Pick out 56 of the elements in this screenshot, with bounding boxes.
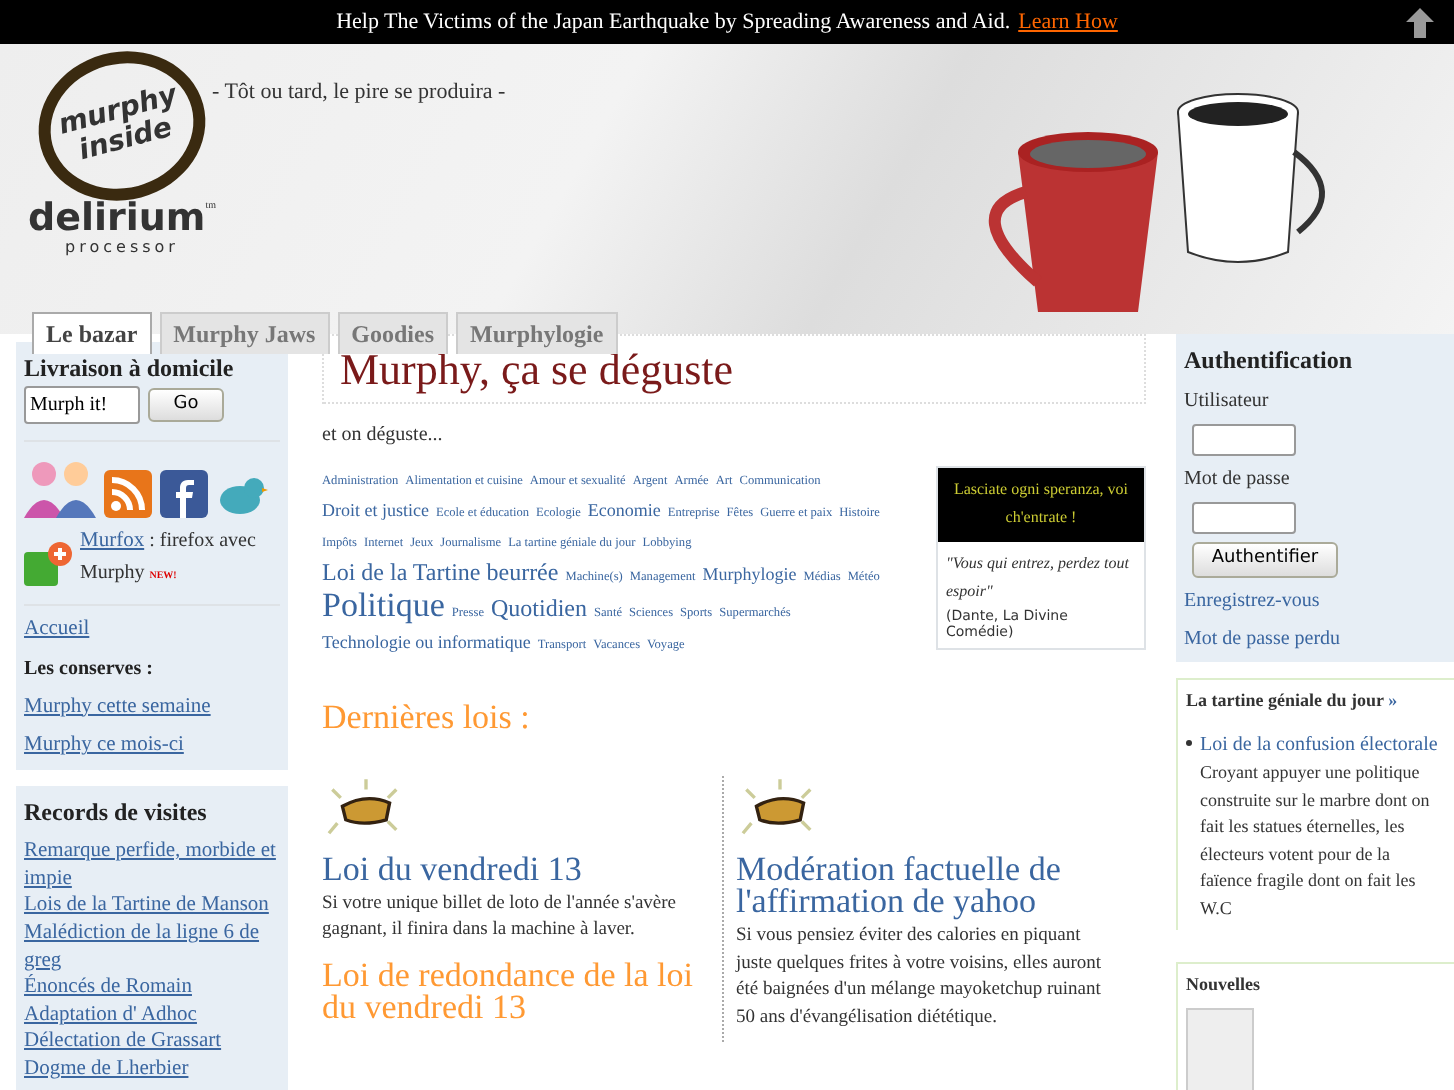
tag-link[interactable]: Loi de la Tartine beurrée [322, 558, 559, 586]
panel-title: Nouvelles [1186, 972, 1262, 998]
article-text: Si vous pensiez éviter des calories en piquant juste quelques frites à votre voisins, elles auront été baignées d'un mélange mayoketchup ruinant 50 ans d'évangélisation diététique. [736, 923, 1104, 1033]
auth-link[interactable]: Mot de passe perdu [1184, 623, 1446, 653]
bullet-icon [1186, 740, 1192, 746]
record-link[interactable]: Énoncés de Romain [24, 974, 280, 1002]
tag-link[interactable]: Technologie ou informatique [322, 632, 531, 652]
nav-tab[interactable]: Goodies [337, 312, 449, 354]
rss-icon[interactable] [104, 470, 152, 518]
daily-link[interactable]: Loi de la confusion électorale [1200, 730, 1446, 760]
search-field[interactable]: Murph it! [24, 386, 140, 424]
go-button[interactable]: Go [148, 387, 224, 423]
murfox-link[interactable]: Murfox [80, 530, 145, 552]
panel-title: Livraison à domicile [24, 352, 236, 386]
field-label: Mot de passe [1184, 466, 1292, 494]
record-link[interactable]: Délectation de Grassart [24, 1028, 280, 1057]
record-link[interactable]: Dogme de Lherbier [24, 1056, 280, 1084]
login-button[interactable]: Authentifier [1192, 542, 1338, 577]
quote-header: Lasciate ogni speranza, voi ch'entrate ! [938, 468, 1144, 542]
username-field[interactable] [1192, 424, 1296, 456]
article-title[interactable]: Loi du vendredi 13 [322, 853, 706, 886]
more-link[interactable]: » [1388, 689, 1398, 709]
learn-how-link[interactable]: Learn How [1018, 5, 1118, 39]
tag-link[interactable]: Murphylogie [702, 564, 797, 584]
tag-link[interactable]: Economie [587, 500, 661, 520]
field-label: Utilisateur [1184, 388, 1271, 416]
panel-title: Records de visites [24, 796, 209, 830]
record-link[interactable]: Lois de la Tartine de Manson [24, 892, 280, 920]
up-arrow-icon[interactable] [1406, 6, 1434, 39]
record-link[interactable]: Remarque perfide, morbide et impie [24, 838, 280, 893]
panel-title-text: La tartine géniale du jour [1186, 689, 1386, 709]
panel-title: Authentification [1184, 344, 1354, 378]
puzzle-icon[interactable] [24, 542, 72, 586]
daily-text: Croyant appuyer une politique construite sur le marbre dont on fait les statues éternelles, les électeurs votent pour de la faïence fragile dont on fait les W.C [1200, 760, 1432, 921]
record-link[interactable]: Adaptation d' Adhoc [24, 1001, 280, 1029]
sidebar-link[interactable]: Murphy ce mois-ci [24, 730, 280, 762]
tag-link[interactable]: Droit et justice [322, 500, 429, 520]
record-link[interactable]: Malédiction de la ligne 6 de greg [24, 919, 280, 975]
article-title[interactable]: Modération factuelle de l'affirmation de yahoo [736, 853, 1106, 918]
facebook-icon[interactable] [160, 470, 208, 518]
people-icon[interactable] [24, 458, 96, 518]
section-title: Dernières lois : [322, 696, 532, 740]
nav-tab[interactable]: Murphy Jaws [159, 312, 330, 354]
subtitle: et on déguste... [322, 422, 445, 450]
nav-tab[interactable]: Le bazar [32, 312, 152, 354]
password-field[interactable] [1192, 502, 1296, 534]
tag-link[interactable]: Quotidien [491, 594, 587, 622]
tag-link[interactable]: Politique [322, 586, 445, 624]
quote-text: "Vous qui entrez, perdez tout espoir" [944, 551, 1131, 605]
sidebar-link[interactable]: Accueil [24, 613, 280, 645]
sidebar-link[interactable]: Murphy cette semaine [24, 691, 280, 723]
article-text: Si votre unique billet de loto de l'année s'avère gagnant, il finira dans la machine à laver. [322, 891, 679, 945]
sidebar-heading: Les conserves : [24, 655, 155, 683]
banner-text: Help The Victims of the Japan Earthquake by Spreading Awareness and Aid. [336, 7, 1011, 38]
auth-link[interactable]: Enregistrez-vous [1184, 585, 1446, 615]
nav-tab[interactable]: Murphylogie [456, 312, 618, 354]
